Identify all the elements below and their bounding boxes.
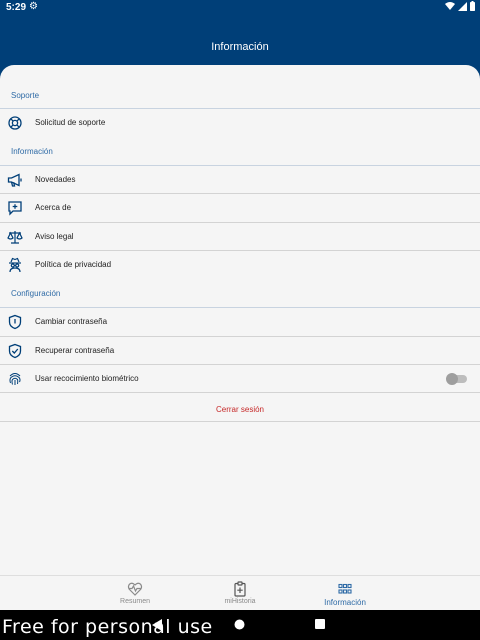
status-icons [445, 1, 475, 11]
menu-item-label: Acerca de [35, 203, 72, 212]
shield-check-icon [8, 343, 22, 359]
menu-item-label: Novedades [35, 175, 76, 184]
divider [0, 421, 480, 422]
logout-button[interactable]: Cerrar sesión [0, 405, 480, 414]
signal-icon [458, 1, 467, 11]
section-title-support: Soporte [11, 91, 40, 100]
megaphone-icon [7, 173, 22, 187]
menu-item-about[interactable]: Acerca de [0, 194, 480, 222]
menu-item-legal[interactable]: Aviso legal [0, 223, 480, 251]
home-icon[interactable] [234, 619, 245, 630]
scales-icon [7, 231, 23, 244]
menu-item-support-request[interactable]: Solicitud de soporte [0, 109, 480, 137]
menu-item-label: Política de privacidad [35, 260, 112, 269]
section-title-info: Información [11, 147, 53, 156]
page-title: Información [211, 41, 269, 53]
lifebuoy-icon [8, 116, 22, 130]
recents-icon[interactable] [315, 619, 325, 629]
menu-item-news[interactable]: Novedades [0, 166, 480, 194]
message-plus-icon [8, 201, 22, 216]
wifi-icon [445, 1, 455, 10]
menu-item-label: Usar recocimiento biométrico [35, 374, 139, 383]
content-sheet: Soporte Solicitud de soporte Información… [0, 65, 480, 575]
menu-item-label: Recuperar contraseña [35, 346, 115, 355]
menu-item-recover-password[interactable]: Recuperar contraseña [0, 337, 480, 365]
settings-gear-icon: ⚙ [29, 1, 38, 12]
shield-icon [8, 314, 22, 330]
tab-informacion[interactable]: Información [265, 576, 425, 611]
menu-item-label: Solicitud de soporte [35, 118, 106, 127]
menu-item-label: Aviso legal [35, 232, 74, 241]
section-title-config: Configuración [11, 289, 61, 298]
status-bar: 5:29 ⚙ [0, 0, 480, 15]
toggle-knob [446, 373, 458, 385]
bottom-tab-bar: Resumen miHistoria Información [0, 575, 480, 610]
watermark: Free for personal use [2, 616, 213, 638]
spy-icon [9, 257, 21, 273]
clipboard-plus-icon [234, 581, 246, 597]
menu-item-privacy[interactable]: Política de privacidad [0, 251, 480, 279]
fingerprint-icon [9, 373, 21, 385]
app-header: Información [0, 15, 480, 70]
battery-icon [470, 1, 475, 11]
tab-label: Información [324, 598, 366, 607]
heart-pulse-icon [127, 582, 143, 596]
menu-item-change-password[interactable]: Cambiar contraseña [0, 308, 480, 336]
menu-item-biometric: Usar recocimiento biométrico [0, 365, 480, 393]
divider [0, 392, 480, 393]
menu-item-label: Cambiar contraseña [35, 317, 108, 326]
grid-icon [338, 583, 352, 594]
status-time: 5:29 [6, 2, 27, 13]
biometric-toggle[interactable] [446, 373, 467, 385]
